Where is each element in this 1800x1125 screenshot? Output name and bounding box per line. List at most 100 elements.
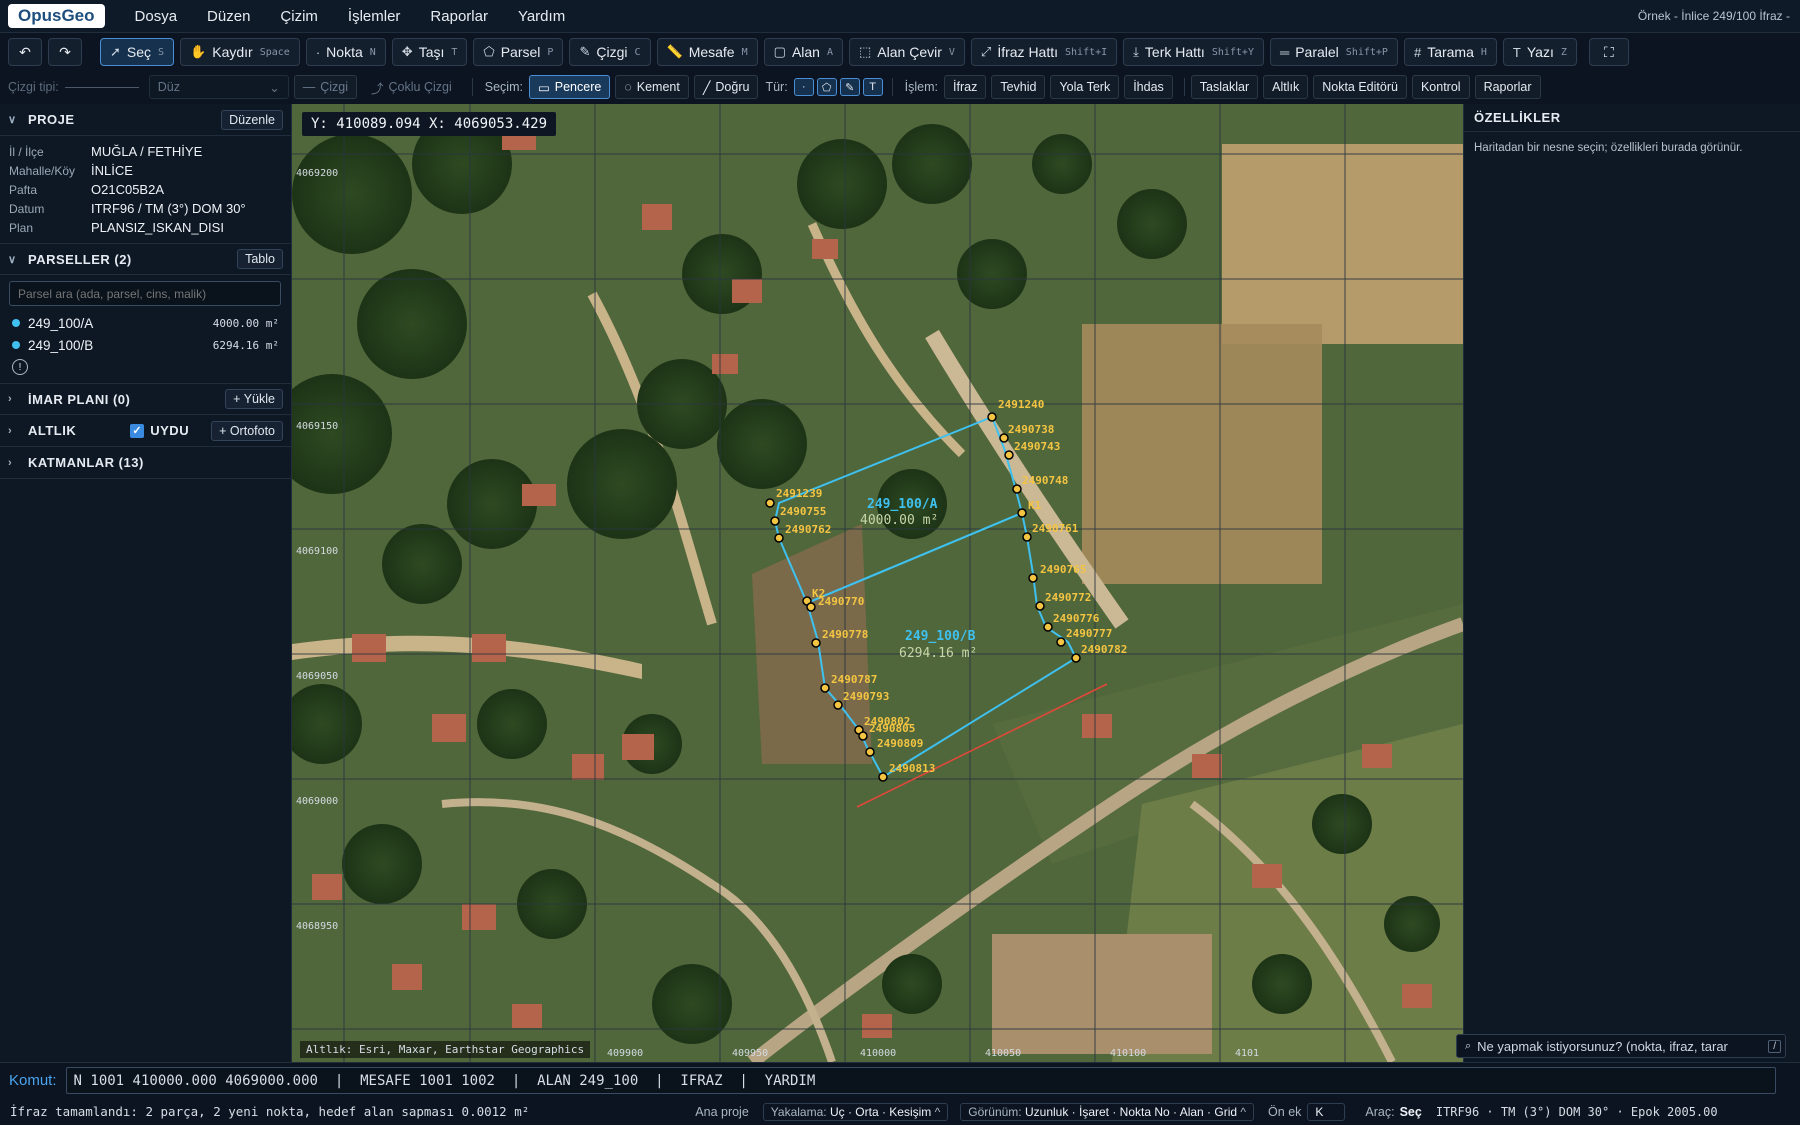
menu-operations[interactable]: İşlemler — [348, 8, 401, 25]
parcels-section-header[interactable]: ∨ PARSELLER (2) Tablo — [0, 243, 291, 275]
point-editor-button[interactable]: Nokta Editörü — [1313, 75, 1407, 99]
selection-window-button[interactable]: ▭ Pencere — [528, 75, 611, 99]
tool-status-value: Seç — [1399, 1104, 1422, 1119]
survey-point[interactable] — [1071, 653, 1081, 663]
survey-point[interactable] — [1028, 573, 1038, 583]
tool-hatch-button[interactable]: # Tarama H — [1403, 38, 1497, 66]
survey-point[interactable] — [878, 772, 888, 782]
command-input[interactable] — [65, 1067, 1776, 1094]
grid-label-left: 4069200 — [296, 168, 338, 179]
line-mode-button[interactable]: — Çizgi — [293, 75, 358, 99]
tool-text-button[interactable]: T Yazı Z — [1502, 38, 1577, 66]
tool-move-button[interactable]: ✥ Taşı T — [391, 38, 468, 66]
survey-point[interactable] — [765, 498, 775, 508]
tool-parcel-button[interactable]: ⬠ Parsel P — [473, 38, 564, 66]
prefix-input[interactable]: K — [1307, 1102, 1346, 1121]
tool-distance-button[interactable]: 📏 Mesafe M — [656, 38, 758, 66]
map-canvas[interactable]: 4069200 4069150 4069100 4069050 4069000 … — [292, 104, 1463, 1062]
parcel-list-item[interactable]: 249_100/B 6294.16 m² — [0, 334, 291, 356]
survey-point[interactable] — [999, 433, 1009, 443]
survey-point[interactable] — [1004, 450, 1014, 460]
command-label: Komut: — [9, 1072, 57, 1089]
type-line-toggle[interactable]: ✎ — [839, 78, 860, 96]
line-style-select[interactable]: Düz ⌄ — [148, 75, 289, 99]
zoning-section-header[interactable]: › İMAR PLANI (0) + Yükle — [0, 383, 291, 415]
zoning-upload-button[interactable]: + Yükle — [225, 389, 283, 409]
op-subdivision-button[interactable]: İfraz — [944, 75, 987, 99]
tool-line-button[interactable]: ✎ Çizgi C — [569, 38, 651, 66]
project-edit-button[interactable]: Düzenle — [221, 109, 283, 130]
layers-section-header[interactable]: › KATMANLAR (13) — [0, 447, 291, 479]
point-label: 2490805 — [869, 722, 915, 735]
type-point-toggle[interactable]: · — [793, 78, 814, 96]
parcel-name: 249_100/B — [28, 337, 94, 353]
view-settings[interactable]: Görünüm: Uzunluk · İşaret · Nokta No · A… — [960, 1102, 1255, 1121]
survey-point[interactable] — [987, 412, 997, 422]
op-merge-button[interactable]: Tevhid — [991, 75, 1046, 99]
survey-point[interactable] — [1056, 637, 1066, 647]
type-text-toggle[interactable]: T — [862, 78, 883, 96]
point-label: 2490761 — [1032, 522, 1079, 535]
fullscreen-button[interactable]: ⛶ — [1588, 38, 1629, 66]
parcels-table-button[interactable]: Tablo — [237, 249, 283, 269]
reports-button[interactable]: Raporlar — [1474, 75, 1541, 99]
tool-point-button[interactable]: · Nokta N — [305, 38, 386, 66]
survey-point[interactable] — [820, 683, 830, 693]
polyline-mode-button[interactable]: ⤴ Çoklu Çizgi — [362, 75, 461, 99]
undo-button[interactable]: ↶ — [8, 38, 42, 66]
basemap-section-header[interactable]: › ALTLIK ✓ UYDU + Ortofoto — [0, 415, 291, 447]
snap-settings[interactable]: Yakalama: Uç · Orta · Kesişim ^ — [762, 1102, 949, 1121]
check-button[interactable]: Kontrol — [1411, 75, 1470, 99]
split-icon: ⤢ — [980, 44, 992, 59]
prefix-label: Ön ek — [1268, 1104, 1302, 1119]
menu-reports[interactable]: Raporlar — [430, 8, 488, 25]
line-mode-label: Çizgi — [320, 80, 349, 94]
parallel-icon: ═ — [1279, 44, 1290, 60]
project-section-header[interactable]: ∨ PROJE Düzenle — [0, 104, 291, 136]
redo-button[interactable]: ↷ — [48, 38, 82, 66]
tool-area-button[interactable]: ▢ Alan A — [763, 38, 843, 66]
survey-point[interactable] — [858, 731, 868, 741]
parcel-a-label[interactable]: 249_100/A — [867, 497, 938, 512]
basemap-button[interactable]: Altlık — [1263, 75, 1309, 99]
survey-point[interactable] — [833, 700, 843, 710]
survey-point[interactable] — [774, 533, 784, 543]
menu-help[interactable]: Yardım — [518, 8, 565, 25]
selection-lasso-button[interactable]: ◌ Kement — [615, 75, 689, 99]
tool-shortcut: C — [634, 46, 641, 58]
menu-draw[interactable]: Çizim — [280, 8, 318, 25]
survey-point[interactable] — [865, 747, 875, 757]
type-polygon-toggle[interactable]: ⬠ — [816, 78, 837, 96]
survey-point[interactable] — [1022, 532, 1032, 542]
survey-point[interactable] — [1043, 622, 1053, 632]
point-label: 2490770 — [818, 595, 864, 608]
survey-point[interactable] — [806, 602, 816, 612]
op-create-button[interactable]: İhdas — [1124, 75, 1173, 99]
tool-abandon-line-button[interactable]: ⤓ Terk Hattı Shift+Y — [1123, 38, 1264, 66]
chevron-right-icon: › — [8, 424, 13, 437]
survey-point[interactable] — [770, 516, 780, 526]
parcel-b-label[interactable]: 249_100/B — [905, 629, 976, 644]
orthophoto-button[interactable]: + Ortofoto — [211, 420, 283, 441]
snap-label: Yakalama: — [770, 1104, 827, 1119]
selection-line-button[interactable]: ╱ Doğru — [693, 75, 759, 99]
parcel-search-input[interactable] — [9, 281, 281, 306]
tool-select-button[interactable]: ➚ Seç S — [100, 38, 175, 66]
tool-area-convert-button[interactable]: ⬚ Alan Çevir V — [849, 38, 965, 66]
tool-parallel-button[interactable]: ═ Paralel Shift+P — [1269, 38, 1398, 66]
warning-icon[interactable]: ! — [12, 359, 28, 375]
menu-edit[interactable]: Düzen — [207, 8, 250, 25]
tool-pan-button[interactable]: ✋ Kaydır Space — [180, 38, 300, 66]
parcel-list-item[interactable]: 249_100/A 4000.00 m² — [0, 312, 291, 334]
op-road-abandon-button[interactable]: Yola Terk — [1050, 75, 1120, 99]
survey-point[interactable] — [1012, 484, 1022, 494]
satellite-checkbox[interactable]: ✓ — [130, 423, 145, 438]
drafts-button[interactable]: Taslaklar — [1190, 75, 1259, 99]
survey-point[interactable] — [1017, 508, 1027, 518]
menu-file[interactable]: Dosya — [135, 8, 178, 25]
survey-point[interactable] — [1035, 601, 1045, 611]
survey-point[interactable] — [811, 638, 821, 648]
assistant-input[interactable]: ⌕ Ne yapmak istiyorsunuz? (nokta, ifraz,… — [1456, 1034, 1786, 1058]
tool-subdivision-line-button[interactable]: ⤢ İfraz Hattı Shift+I — [970, 38, 1118, 66]
line-preview — [64, 86, 139, 88]
